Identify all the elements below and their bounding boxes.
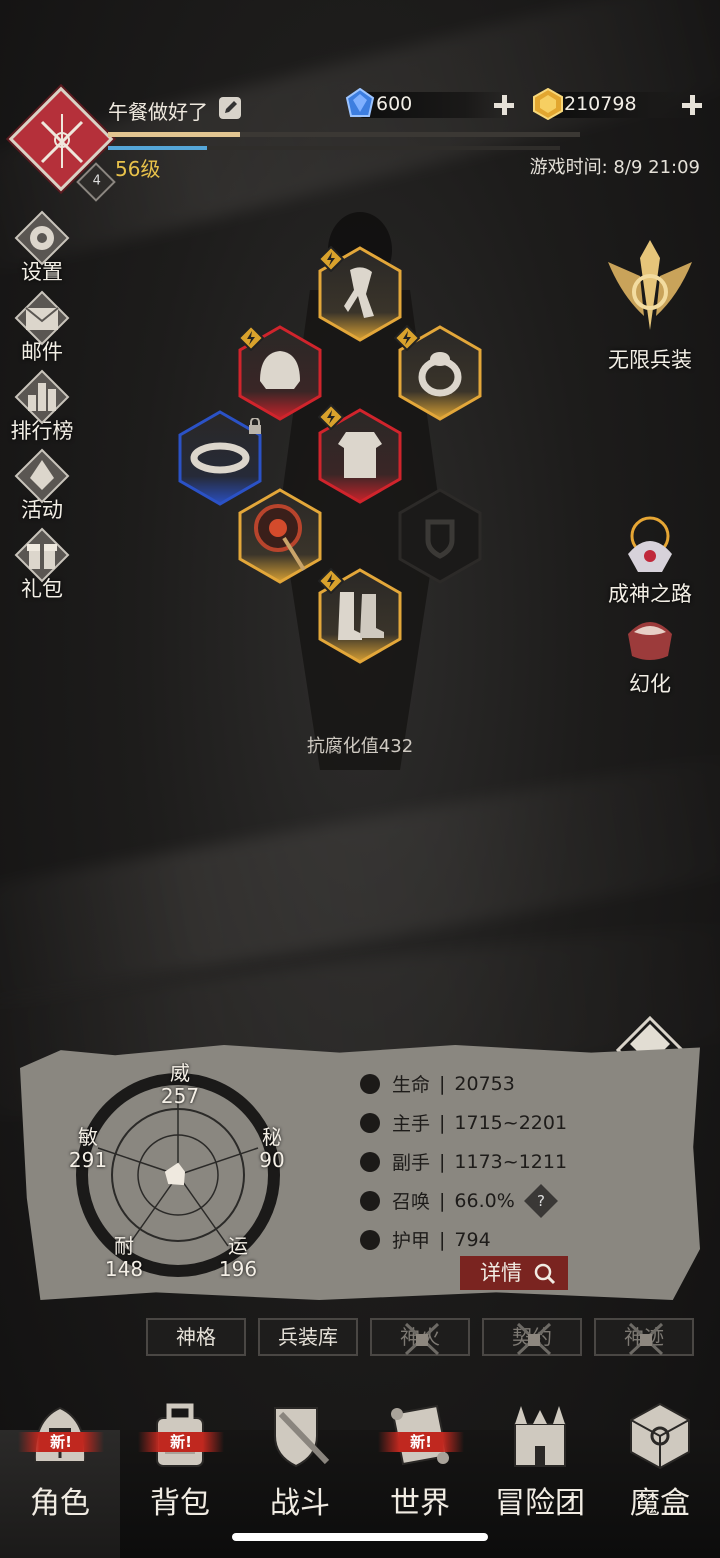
menu-events[interactable]: 活动	[6, 448, 78, 524]
lock-icon	[249, 418, 261, 434]
gem-amount: 600	[376, 93, 413, 115]
home-indicator[interactable]	[232, 1533, 488, 1541]
upgrade-flag-icon	[317, 567, 345, 595]
new-badge: 新!	[138, 1432, 224, 1452]
gold-crystal-icon	[533, 88, 563, 120]
magnifier-icon	[534, 1263, 556, 1285]
event-icon	[14, 448, 70, 504]
sword-icon	[360, 1112, 380, 1133]
path-to-godhood-label: 成神之路	[608, 582, 692, 606]
help-icon[interactable]: ?	[523, 1183, 558, 1218]
transform-button[interactable]: 幻化	[610, 610, 690, 698]
armor-stat-icon	[360, 1229, 380, 1250]
nav-battle-label: 战斗	[270, 1486, 330, 1521]
stat-summon: 召唤 | 66.0% ?	[360, 1183, 558, 1218]
tab-godhood[interactable]: 神格	[146, 1318, 246, 1356]
details-button[interactable]: 详情	[460, 1256, 568, 1290]
menu-mail[interactable]: 邮件	[6, 290, 78, 366]
tab-miracle[interactable]: 神迹	[594, 1318, 694, 1356]
attr-min: 敏 291	[68, 1125, 108, 1172]
add-gems-button[interactable]	[494, 95, 514, 115]
attr-nai: 耐 148	[104, 1234, 144, 1281]
tab-divine-fire[interactable]: 神火	[370, 1318, 470, 1356]
cube-icon	[627, 1400, 693, 1470]
corruption-resistance: 抗腐化值432	[306, 736, 414, 757]
upgrade-flag-icon	[317, 245, 345, 273]
stat-main-hand: 主手 | 1715~2201	[360, 1109, 567, 1136]
upgrade-flag-icon	[317, 403, 345, 431]
upgrade-flag-icon	[393, 324, 421, 352]
mask-icon	[628, 622, 672, 660]
game-time: 游戏时间: 8/9 21:09	[529, 157, 700, 178]
locked-chains-icon	[516, 1322, 552, 1356]
nav-world-label: 世界	[390, 1486, 450, 1521]
radar-shape	[164, 1162, 186, 1186]
stat-armor: 护甲 | 794	[360, 1226, 491, 1253]
angel-helm-icon	[628, 516, 672, 572]
gear-icon	[14, 210, 70, 266]
stat-off-hand: 副手 | 1173~1211	[360, 1148, 567, 1175]
player-level: 56级	[115, 157, 161, 181]
equip-slot-weapon[interactable]	[238, 488, 322, 584]
castle-icon	[507, 1400, 573, 1470]
menu-gifts[interactable]: 礼包	[6, 527, 78, 603]
dagger-icon	[360, 1151, 380, 1172]
nav-magic-box[interactable]: 魔盒	[600, 1402, 720, 1558]
tab-contract[interactable]: 契约	[482, 1318, 582, 1356]
locked-chains-icon	[404, 1322, 440, 1356]
mail-icon	[14, 290, 70, 346]
blue-gem-icon	[345, 88, 375, 117]
infinite-arms-button[interactable]: 无限兵装	[598, 236, 702, 374]
heart-icon	[360, 1073, 380, 1094]
stamina-bar-fill	[108, 146, 208, 150]
armor-icon	[338, 432, 382, 478]
nav-backpack[interactable]: 新! 背包	[120, 1403, 240, 1558]
stat-hp: 生命 | 20753	[360, 1070, 515, 1097]
path-to-godhood-button[interactable]: 成神之路	[598, 514, 702, 608]
nav-guild[interactable]: 冒险团	[480, 1406, 600, 1558]
edit-name-icon[interactable]	[219, 97, 241, 119]
gold-amount: 210798	[564, 93, 637, 115]
add-gold-button[interactable]	[682, 95, 702, 115]
nav-backpack-label: 背包	[150, 1486, 210, 1521]
nav-character[interactable]: 新! 角色	[0, 1406, 120, 1558]
winged-emblem-icon	[608, 240, 692, 330]
nav-guild-label: 冒险团	[495, 1486, 585, 1521]
equip-slot-shield-empty[interactable]	[398, 488, 482, 584]
summon-icon	[360, 1190, 380, 1211]
attr-yun: 运 196	[218, 1234, 258, 1281]
nav-magic-box-label: 魔盒	[630, 1486, 690, 1521]
tab-armory[interactable]: 兵装库	[258, 1318, 358, 1356]
player-name: 午餐做好了	[108, 100, 208, 124]
upgrade-flag-icon	[237, 324, 265, 352]
nav-character-label: 角色	[30, 1486, 90, 1521]
sword-shield-icon	[267, 1400, 333, 1470]
details-label: 详情	[480, 1261, 522, 1285]
infinite-arms-label: 无限兵装	[608, 348, 692, 372]
menu-ranking[interactable]: 排行榜	[6, 369, 78, 445]
gift-icon	[14, 527, 70, 583]
menu-settings[interactable]: 设置	[6, 210, 78, 286]
transform-label: 幻化	[629, 672, 671, 696]
locked-chains-icon	[628, 1322, 664, 1356]
attr-mi: 秘 90	[259, 1125, 285, 1172]
new-badge: 新!	[378, 1432, 464, 1452]
ranking-icon	[14, 369, 70, 425]
attr-wei: 威 257	[160, 1061, 200, 1108]
new-badge: 新!	[18, 1432, 104, 1452]
exp-bar-fill	[108, 132, 241, 137]
